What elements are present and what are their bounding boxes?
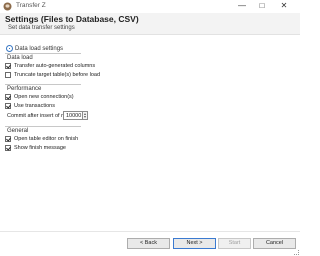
back-button[interactable]: < Back xyxy=(127,238,170,249)
checkbox-box[interactable] xyxy=(5,72,11,78)
checkbox-label: Open new connection(s) xyxy=(14,94,74,100)
checkbox-box[interactable] xyxy=(5,145,11,151)
settings-icon xyxy=(6,45,13,52)
title-bar: Transfer Z — □ ✕ xyxy=(0,0,300,13)
group-performance: Performance xyxy=(5,84,81,92)
group-title: General xyxy=(7,128,29,134)
open-table-editor-checkbox[interactable]: Open table editor on finish xyxy=(5,135,78,143)
page-subtitle: Set data transfer settings xyxy=(8,25,75,31)
checkbox-label: Open table editor on finish xyxy=(14,136,79,142)
commit-count-spinner[interactable] xyxy=(83,111,88,120)
transfer-auto-generated-columns-checkbox[interactable]: Transfer auto-generated columns xyxy=(5,62,95,70)
dbeaver-icon xyxy=(3,2,12,11)
start-button[interactable]: Start xyxy=(218,238,251,249)
commit-after-label: Commit after insert of n xyxy=(7,113,65,119)
minimize-button[interactable]: — xyxy=(232,0,252,12)
group-title: Performance xyxy=(7,86,42,92)
checkbox-box[interactable] xyxy=(5,136,11,142)
maximize-button[interactable]: □ xyxy=(252,0,272,12)
close-button[interactable]: ✕ xyxy=(274,0,294,12)
checkbox-label: Transfer auto-generated columns xyxy=(14,63,96,69)
checkbox-box[interactable] xyxy=(5,94,11,100)
resize-grip[interactable] xyxy=(294,250,299,255)
checkbox-box[interactable] xyxy=(5,63,11,69)
open-new-connections-checkbox[interactable]: Open new connection(s) xyxy=(5,93,74,101)
truncate-target-tables-checkbox[interactable]: Truncate target table(s) before load xyxy=(5,71,100,79)
footer-divider xyxy=(0,231,300,232)
checkbox-label: Show finish message xyxy=(14,145,66,151)
commit-count-input[interactable] xyxy=(63,111,83,120)
group-general: General xyxy=(5,126,81,134)
window-title: Transfer Z xyxy=(16,2,46,9)
checkbox-label: Use transactions xyxy=(14,103,55,109)
use-transactions-checkbox[interactable]: Use transactions xyxy=(5,102,55,110)
tab-label: Data load settings xyxy=(15,45,64,52)
group-title: Data load xyxy=(7,55,33,61)
wizard-header: Settings (Files to Database, CSV) Set da… xyxy=(0,13,300,35)
cancel-button[interactable]: Cancel xyxy=(253,238,296,249)
checkbox-label: Truncate target table(s) before load xyxy=(14,72,101,78)
tab-data-load-settings[interactable]: Data load settings xyxy=(6,44,63,53)
checkbox-box[interactable] xyxy=(5,103,11,109)
next-button[interactable]: Next > xyxy=(173,238,216,249)
show-finish-message-checkbox[interactable]: Show finish message xyxy=(5,144,66,152)
group-data-load: Data load xyxy=(5,53,81,61)
page-title: Settings (Files to Database, CSV) xyxy=(5,14,139,24)
